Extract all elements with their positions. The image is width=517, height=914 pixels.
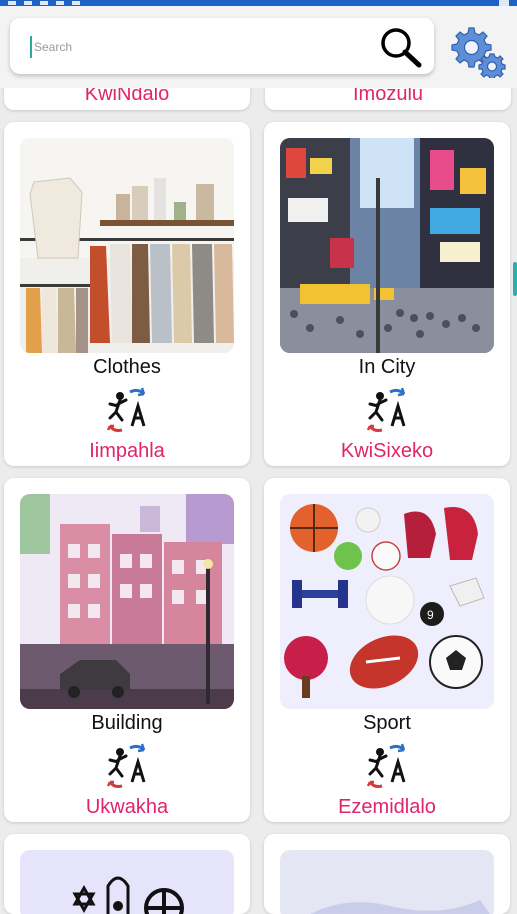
search-icon[interactable]	[378, 26, 424, 68]
translate-person-logo-icon	[364, 742, 412, 790]
sport-image: 9	[280, 494, 494, 709]
card-xhosa-label: KwiSixeko	[340, 440, 434, 462]
category-card-partial-right[interactable]	[264, 834, 510, 914]
building-image	[20, 494, 234, 709]
card-english-label: In City	[358, 356, 416, 378]
translate-person-logo-icon	[104, 386, 152, 434]
gear-icon[interactable]	[447, 24, 507, 80]
partial-category-image	[280, 850, 494, 914]
translate-person-logo-icon	[364, 386, 412, 434]
category-grid: KwiNdalo Imozulu Clothes Iimpahla In Cit…	[0, 0, 517, 914]
svg-text:9: 9	[427, 608, 434, 622]
clothes-image	[20, 138, 234, 353]
card-xhosa-label: Ezemidlalo	[338, 796, 436, 818]
card-english-label: Clothes	[93, 356, 161, 378]
card-english-label: Sport	[363, 712, 411, 734]
translate-person-logo-icon	[104, 742, 152, 790]
category-card-sport[interactable]: 9 Sport Ezemidlalo	[264, 478, 510, 822]
city-image	[280, 138, 494, 353]
search-bar	[10, 18, 434, 74]
card-xhosa-label: Ukwakha	[85, 796, 169, 818]
card-english-label: Building	[91, 712, 163, 734]
category-card-in-city[interactable]: In City KwiSixeko	[264, 122, 510, 466]
religion-symbols-image	[20, 850, 234, 914]
category-card-building[interactable]: Building Ukwakha	[4, 478, 250, 822]
top-bar	[0, 6, 517, 88]
card-xhosa-label: Iimpahla	[89, 440, 165, 462]
category-card-partial-left[interactable]	[4, 834, 250, 914]
scrollbar-thumb[interactable]	[513, 262, 517, 296]
category-card-clothes[interactable]: Clothes Iimpahla	[4, 122, 250, 466]
search-input[interactable]	[30, 36, 366, 58]
